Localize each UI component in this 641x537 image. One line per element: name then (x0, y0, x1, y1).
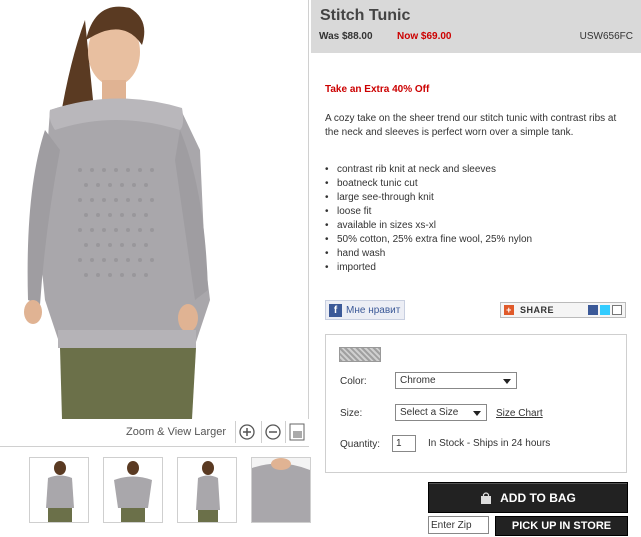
thumbnail-image (196, 461, 220, 522)
thumbnail-image (46, 461, 74, 522)
price-was: Was $88.00 (319, 31, 373, 42)
list-item: imported (325, 261, 532, 275)
fit-view-icon (289, 423, 305, 441)
list-item: hand wash (325, 247, 532, 261)
thumbnail-detail[interactable] (251, 457, 311, 523)
facebook-like-button[interactable]: f Мне нравит (325, 300, 405, 320)
shopping-bag-icon (481, 491, 492, 504)
promo-text: Take an Extra 40% Off (325, 84, 430, 95)
size-chart-link[interactable]: Size Chart (496, 408, 543, 419)
thumbnail-image (252, 458, 310, 522)
product-description: A cozy take on the sheer trend our stitc… (325, 113, 617, 138)
list-item: contrast rib knit at neck and sleeves (325, 163, 532, 177)
zoom-bar: Zoom & View Larger (0, 419, 309, 447)
product-sku: USW656FC (579, 31, 633, 42)
pick-up-in-store-button[interactable]: PICK UP IN STORE (495, 516, 628, 536)
share-plus-icon: + (504, 305, 514, 315)
color-select[interactable]: Chrome (395, 372, 517, 389)
twitter-share-icon[interactable] (600, 305, 610, 315)
quantity-input[interactable]: 1 (392, 435, 416, 452)
color-swatch-chrome[interactable] (339, 347, 381, 362)
product-header: Stitch Tunic Was $88.00 Now $69.00 USW65… (311, 0, 641, 53)
facebook-like-label: Мне нравит (346, 304, 401, 316)
list-item: available in sizes xs-xl (325, 219, 532, 233)
model-photo (0, 0, 308, 419)
facebook-icon: f (329, 303, 342, 317)
quantity-label: Quantity: (340, 439, 381, 450)
zoom-out-icon (265, 424, 281, 440)
list-item: large see-through knit (325, 191, 532, 205)
thumbnail-back[interactable] (103, 457, 163, 523)
stock-status: In Stock - Ships in 24 hours (428, 438, 551, 449)
list-item: 50% cotton, 25% extra fine wool, 25% nyl… (325, 233, 532, 247)
feature-list: contrast rib knit at neck and sleeves bo… (325, 163, 532, 275)
color-select-value: Chrome (400, 375, 436, 386)
main-product-image[interactable] (0, 0, 309, 420)
email-share-icon[interactable] (612, 305, 622, 315)
price-now: Now $69.00 (397, 31, 452, 42)
thumbnail-front[interactable] (29, 457, 89, 523)
zoom-in-icon (239, 424, 255, 440)
zoom-out-button[interactable] (261, 421, 284, 443)
fit-view-button[interactable] (285, 421, 308, 443)
size-label: Size: (340, 408, 363, 419)
list-item: loose fit (325, 205, 532, 219)
list-item: boatneck tunic cut (325, 177, 532, 191)
thumbnail-image (114, 461, 152, 522)
facebook-share-icon[interactable] (588, 305, 598, 315)
zip-code-input[interactable]: Enter Zip (428, 516, 489, 534)
color-label: Color: (340, 376, 367, 387)
size-select[interactable]: Select a Size (395, 404, 487, 421)
thumbnail-side[interactable] (177, 457, 237, 523)
add-to-bag-button[interactable]: ADD TO BAG (428, 482, 628, 513)
chevron-down-icon (503, 379, 511, 384)
zoom-in-button[interactable] (235, 421, 258, 443)
add-to-bag-label: ADD TO BAG (500, 490, 576, 505)
chevron-down-icon (473, 411, 481, 416)
size-select-value: Select a Size (400, 407, 459, 418)
zoom-view-larger-link[interactable]: Zoom & View Larger (126, 426, 226, 438)
share-button[interactable]: + SHARE (500, 302, 626, 318)
product-title: Stitch Tunic (320, 7, 411, 24)
share-label: SHARE (520, 305, 555, 315)
purchase-options: Color: Chrome Size: Select a Size Size C… (325, 334, 627, 473)
